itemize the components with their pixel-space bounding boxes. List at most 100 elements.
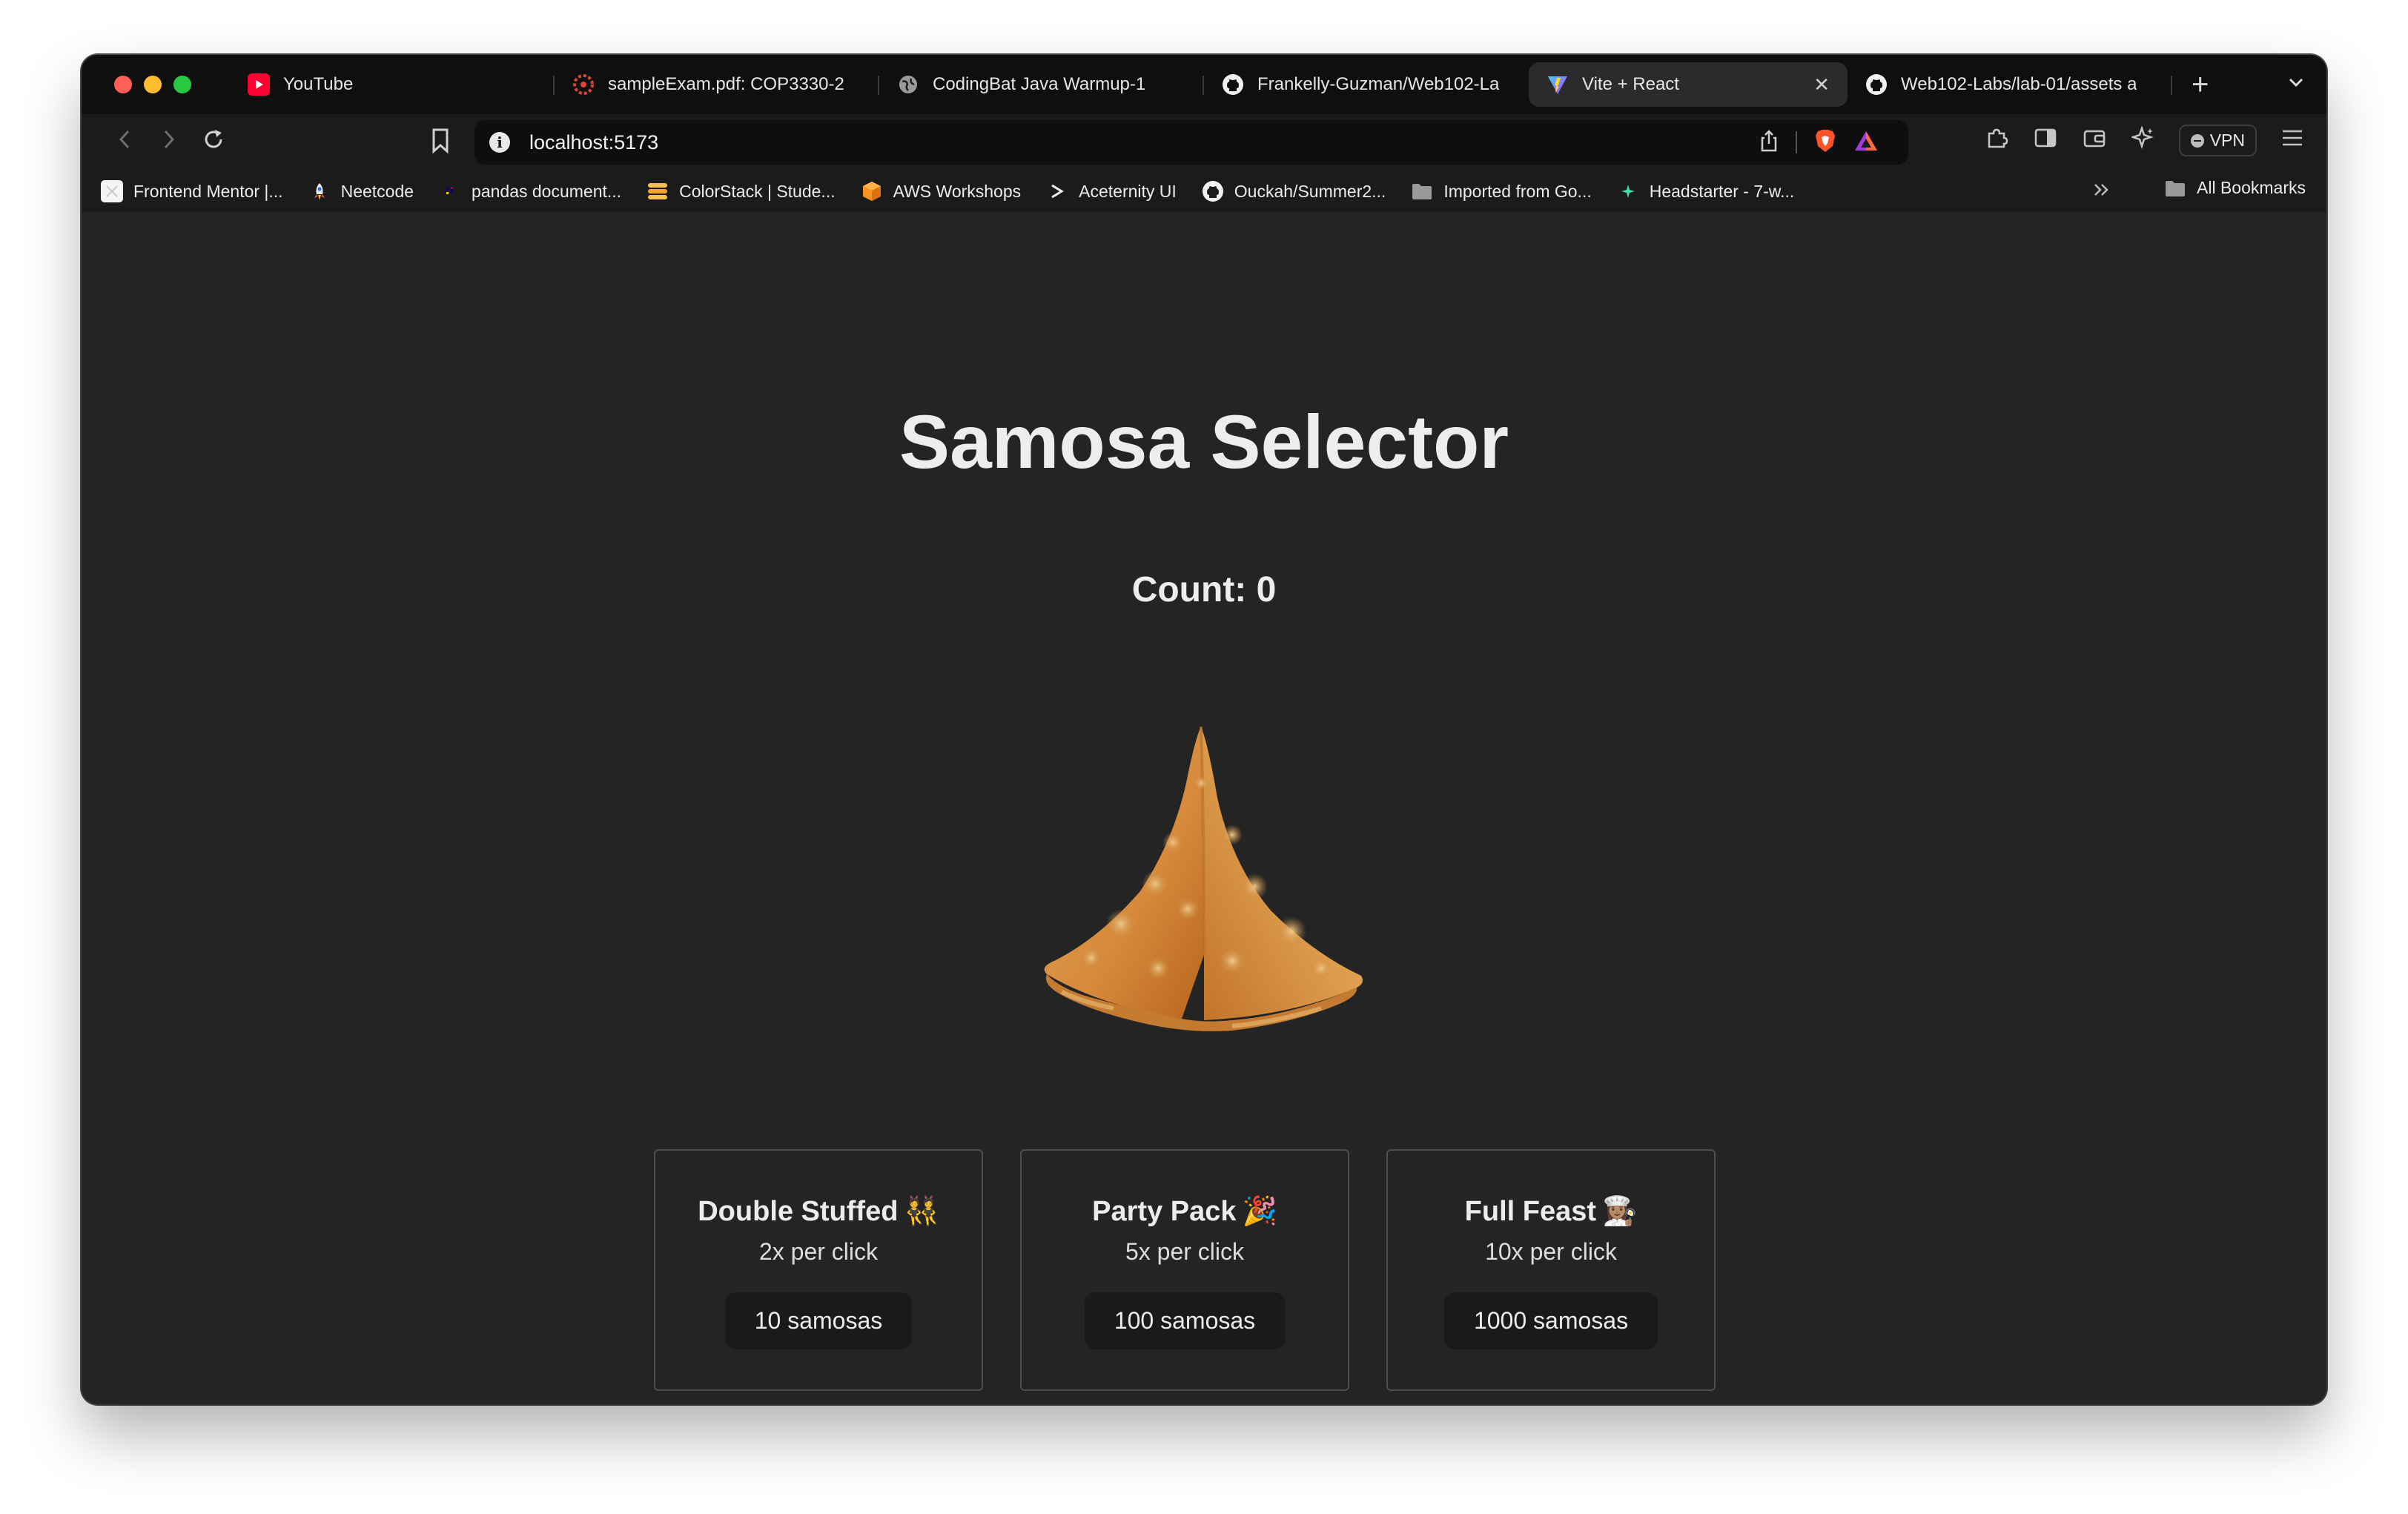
more-bookmarks-chevron-icon[interactable] [2092, 179, 2111, 203]
new-tab-plus-icon[interactable]: + [2192, 68, 2209, 102]
wallet-icon[interactable] [2081, 128, 2108, 154]
minimize-window-button[interactable] [144, 76, 162, 93]
vpn-button[interactable]: VPN [2178, 125, 2257, 156]
tab-label: CodingBat Java Warmup-1 [933, 74, 1146, 94]
github-icon [1865, 73, 1888, 96]
upgrade-title-text: Full Feast [1464, 1195, 1597, 1227]
toolbar-right-actions: VPN [1983, 125, 2306, 156]
extensions-puzzle-icon[interactable] [1983, 126, 2010, 156]
rocket-icon [308, 180, 331, 202]
aws-cube-icon [861, 180, 883, 202]
bookmark-aws-workshops[interactable]: AWS Workshops [861, 180, 1022, 202]
close-window-button[interactable] [114, 76, 132, 93]
site-info-icon[interactable]: i [489, 132, 510, 153]
browser-toolbar: i localhost:5173 VPN [82, 114, 2326, 171]
aceternity-icon [1046, 180, 1068, 202]
tab-list-chevron-icon[interactable] [2286, 73, 2306, 97]
brave-rewards-icon[interactable] [1853, 130, 1879, 156]
ucf-icon [572, 73, 595, 96]
tab-youtube[interactable]: YouTube [230, 62, 555, 107]
bookmark-neetcode[interactable]: Neetcode [308, 180, 414, 202]
upgrade-title-text: Party Pack [1092, 1195, 1237, 1227]
zoom-window-button[interactable] [173, 76, 191, 93]
folder-icon [2164, 179, 2186, 198]
tab-label: Frankelly-Guzman/Web102-La [1257, 74, 1500, 94]
url-text[interactable]: localhost:5173 [529, 131, 658, 154]
tab-sample-exam[interactable]: sampleExam.pdf: COP3330-2 [555, 62, 879, 107]
dancers-emoji-icon: 👯 [904, 1196, 939, 1227]
tab-vite-react[interactable]: Vite + React ✕ [1529, 62, 1848, 107]
reload-icon[interactable] [191, 128, 236, 158]
leo-ai-sparkle-icon[interactable] [2129, 125, 2157, 156]
upgrade-title: Full Feast 👩🏽‍🍳 [1465, 1195, 1638, 1228]
bookmark-pandas[interactable]: pandas document... [439, 180, 621, 202]
bookmark-label: Neetcode [340, 181, 414, 201]
all-bookmarks-button[interactable]: All Bookmarks [2164, 178, 2306, 198]
back-arrow-icon[interactable] [102, 128, 147, 157]
bookmark-this-page-icon[interactable] [430, 128, 451, 154]
vite-icon [1547, 73, 1569, 96]
page-title: Samosa Selector [899, 400, 1509, 484]
bookmarks-bar: Frontend Mentor |... Neetcode pandas doc… [82, 171, 2326, 212]
tab-label: Vite + React [1582, 74, 1679, 94]
pandas-icon [439, 180, 461, 202]
samosa-count: Count: 0 [1131, 570, 1277, 609]
bookmark-label: pandas document... [472, 181, 622, 201]
brave-shields-icon[interactable] [1813, 128, 1837, 157]
bookmark-label: Imported from Go... [1443, 181, 1592, 201]
upgrade-card-party-pack: Party Pack 🎉 5x per click 100 samosas [1020, 1149, 1349, 1391]
bookmark-frontend-mentor[interactable]: Frontend Mentor |... [101, 180, 283, 202]
colorstack-icon [646, 180, 669, 202]
tab-frankelly-repo[interactable]: Frankelly-Guzman/Web102-La [1204, 62, 1529, 107]
address-bar-actions [1759, 128, 1879, 157]
upgrade-rate: 5x per click [1125, 1238, 1245, 1265]
bookmark-aceternity[interactable]: Aceternity UI [1046, 180, 1177, 202]
page-content: Samosa Selector Count: 0 Double Stuffed … [82, 212, 2326, 1404]
tab-strip: YouTube sampleExam.pdf: COP3330-2 Coding… [82, 55, 2326, 114]
upgrade-cards: Double Stuffed 👯 2x per click 10 samosas… [654, 1149, 1716, 1391]
bookmark-label: Ouckah/Summer2... [1234, 181, 1386, 201]
upgrade-title: Party Pack 🎉 [1092, 1195, 1277, 1228]
upgrade-rate: 10x per click [1485, 1238, 1617, 1265]
youtube-icon [248, 73, 270, 96]
tab-web102-assets[interactable]: Web102-Labs/lab-01/assets a [1848, 62, 2172, 107]
all-bookmarks-label: All Bookmarks [2197, 178, 2306, 197]
address-bar[interactable]: i localhost:5173 [474, 120, 1908, 165]
upgrade-title-text: Double Stuffed [698, 1195, 899, 1227]
buy-full-feast-button[interactable]: 1000 samosas [1443, 1292, 1658, 1349]
vpn-label: VPN [2209, 130, 2245, 150]
bookmark-label: Frontend Mentor |... [133, 181, 283, 201]
bookmark-colorstack[interactable]: ColorStack | Stude... [646, 180, 836, 202]
party-popper-emoji-icon: 🎉 [1242, 1196, 1277, 1227]
tab-codingbat[interactable]: CodingBat Java Warmup-1 [879, 62, 1204, 107]
bookmark-label: Aceternity UI [1079, 181, 1177, 201]
buy-party-pack-button[interactable]: 100 samosas [1084, 1292, 1286, 1349]
close-tab-icon[interactable]: ✕ [1799, 73, 1830, 96]
tab-label: YouTube [283, 74, 354, 94]
share-icon[interactable] [1759, 129, 1779, 156]
sidebar-toggle-icon[interactable] [2032, 128, 2059, 154]
upgrade-rate: 2x per click [758, 1238, 879, 1265]
github-icon [1202, 180, 1224, 202]
samosa-image[interactable] [1010, 716, 1395, 1042]
bookmark-headstarter[interactable]: Headstarter - 7-w... [1617, 180, 1795, 202]
window-controls [114, 76, 191, 93]
upgrade-title: Double Stuffed 👯 [698, 1195, 939, 1228]
chef-emoji-icon: 👩🏽‍🍳 [1602, 1196, 1638, 1227]
bookmark-label: Headstarter - 7-w... [1649, 181, 1795, 201]
bookmark-folder-imported[interactable]: Imported from Go... [1411, 180, 1592, 202]
forward-arrow-icon[interactable] [147, 128, 191, 157]
tab-label: Web102-Labs/lab-01/assets a [1901, 74, 2137, 94]
bookmark-ouckah-summer[interactable]: Ouckah/Summer2... [1202, 180, 1386, 202]
bookmark-label: AWS Workshops [893, 181, 1022, 201]
tab-divider [2171, 76, 2172, 95]
buy-double-stuffed-button[interactable]: 10 samosas [724, 1292, 913, 1349]
browser-window: YouTube sampleExam.pdf: COP3330-2 Coding… [82, 55, 2326, 1404]
bookmark-label: ColorStack | Stude... [679, 181, 836, 201]
main-menu-hamburger-icon[interactable] [2279, 128, 2306, 153]
tab-label: sampleExam.pdf: COP3330-2 [608, 74, 844, 94]
folder-icon [1411, 180, 1433, 202]
vpn-status-icon [2190, 133, 2204, 148]
globe-icon [897, 73, 919, 96]
headstarter-icon [1617, 180, 1639, 202]
